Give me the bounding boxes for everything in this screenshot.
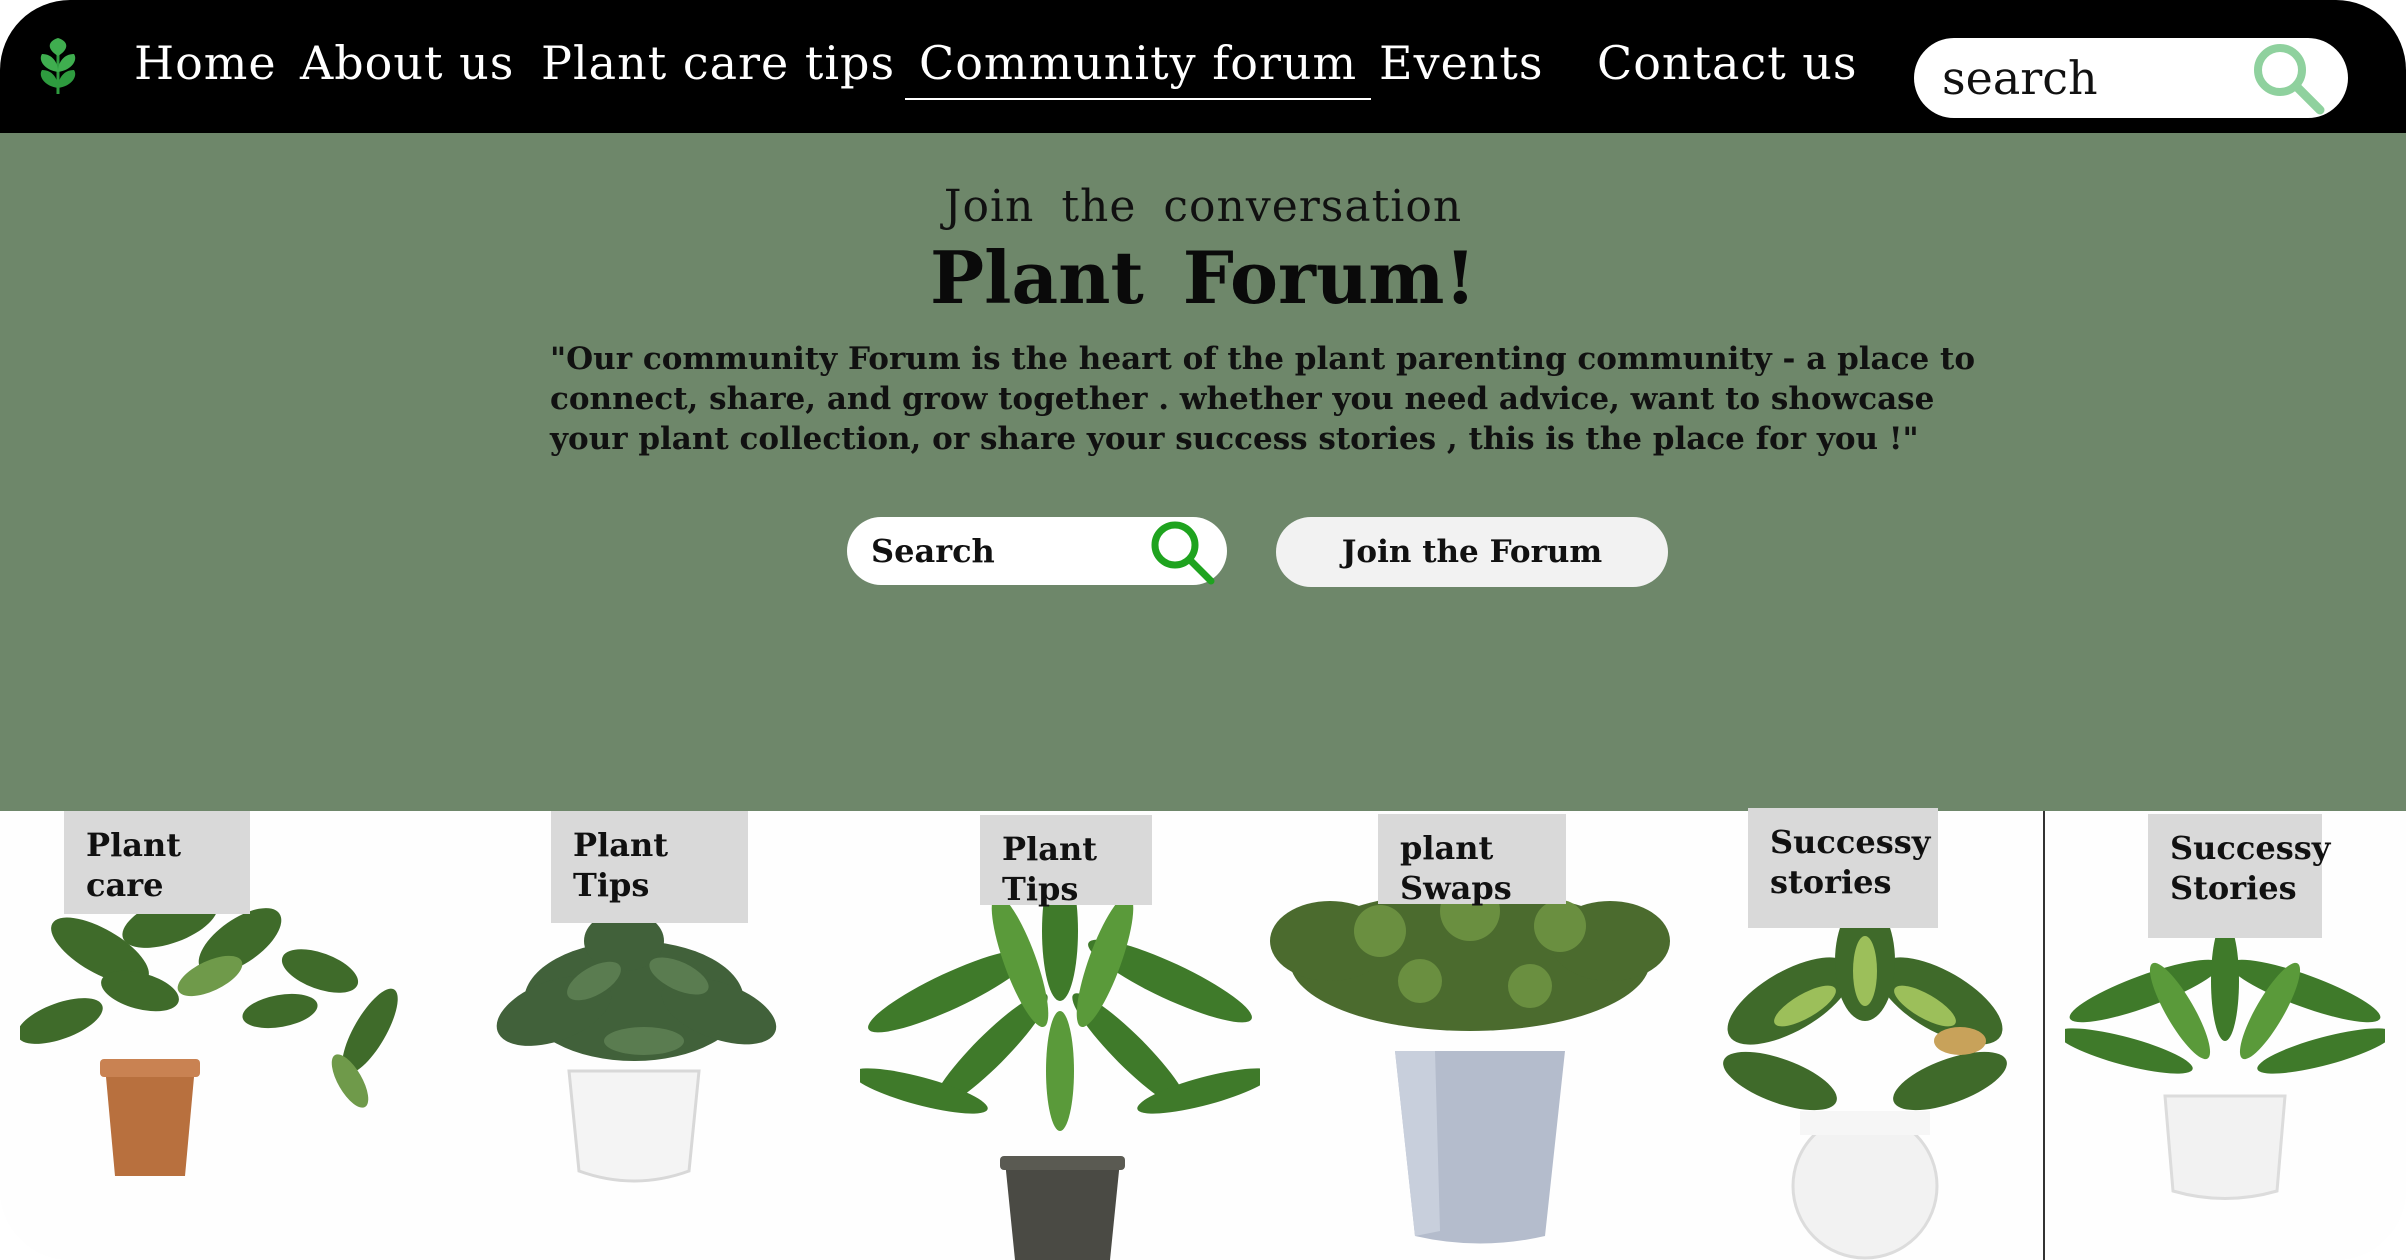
hero-kicker: Join the conversation xyxy=(943,181,1463,232)
category-cards: Plant care Plant Tips Plant Tips plant S… xyxy=(0,808,2406,1260)
nav-link-about-us[interactable]: About us xyxy=(300,36,514,90)
card-label: Plant Tips xyxy=(551,811,748,923)
forum-search-input[interactable] xyxy=(871,527,1131,575)
card-plant-tips-2[interactable]: Plant Tips xyxy=(850,811,1270,1260)
card-label: Successy Stories xyxy=(2148,814,2330,938)
top-navigation: Home About us Plant care tips Community … xyxy=(0,0,2406,133)
search-icon[interactable] xyxy=(2248,40,2328,116)
card-divider xyxy=(2043,811,2045,1260)
dieffenbachia-plant-image xyxy=(1723,921,2007,1260)
card-success-stories-2[interactable]: Successy Stories xyxy=(2045,811,2406,1260)
pothos-plant-image xyxy=(20,894,398,1176)
card-label: Successy stories xyxy=(1748,808,1938,928)
peace-lily-plant-image xyxy=(860,871,1260,1260)
card-plant-swaps[interactable]: plant Swaps xyxy=(1270,811,1670,1260)
card-label: Plant care xyxy=(64,811,250,914)
nav-link-plant-care-tips[interactable]: Plant care tips xyxy=(541,36,895,90)
card-success-stories[interactable]: Successy stories xyxy=(1670,808,2043,1260)
spathiphyllum-plant-image xyxy=(2065,921,2385,1200)
hero-description: "Our community Forum is the heart of the… xyxy=(550,341,1976,457)
card-plant-care[interactable]: Plant care xyxy=(0,811,430,1260)
nav-link-contact-us[interactable]: Contact us xyxy=(1597,36,1858,90)
search-icon[interactable] xyxy=(1145,515,1217,587)
leafy-plant-image xyxy=(496,911,777,1183)
card-label: Plant Tips xyxy=(980,815,1152,908)
leaf-sprout-icon[interactable] xyxy=(36,36,80,96)
page-frame: Home About us Plant care tips Community … xyxy=(0,0,2406,1260)
nav-link-events[interactable]: Events xyxy=(1379,36,1544,90)
nav-link-community-forum[interactable]: Community forum xyxy=(904,36,1372,100)
join-forum-button[interactable]: Join the Forum xyxy=(1276,517,1668,587)
forum-search-box xyxy=(847,517,1227,585)
nav-link-home[interactable]: Home xyxy=(134,36,277,90)
nav-search-input[interactable] xyxy=(1942,50,2242,106)
bushy-plant-image xyxy=(1270,881,1670,1244)
nav-search-box xyxy=(1914,38,2348,118)
card-label: plant Swaps xyxy=(1378,814,1566,907)
hero-title: Plant Forum! xyxy=(929,235,1477,320)
card-plant-tips[interactable]: Plant Tips xyxy=(430,811,850,1260)
hero-section: Join the conversation Plant Forum! "Our … xyxy=(0,133,2406,811)
